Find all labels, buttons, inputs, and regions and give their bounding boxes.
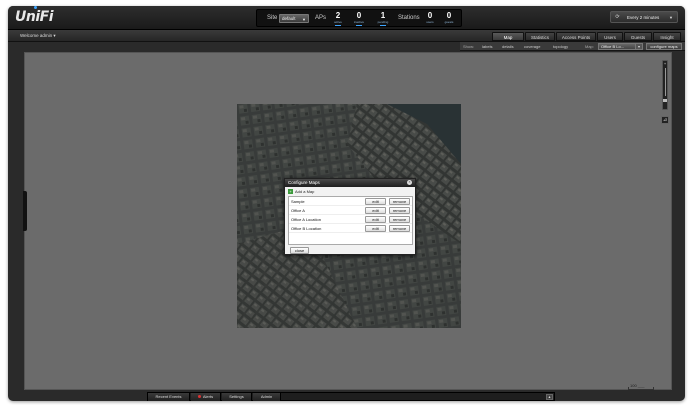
edit-button[interactable]: edit <box>365 198 386 205</box>
remove-button[interactable]: remove <box>389 207 410 214</box>
stat-value: 0 <box>446 11 452 20</box>
chevron-down-icon[interactable]: ▾ <box>635 43 643 50</box>
stat-value: 0 <box>356 11 362 20</box>
add-map-label: Add a Map <box>295 189 315 194</box>
chevron-down-icon: ▼ <box>669 15 673 20</box>
stat-label: inactive <box>353 20 365 24</box>
stat-aps-inactive[interactable]: 0 inactive <box>350 11 368 26</box>
map-select[interactable]: Office B Lo... <box>598 43 636 50</box>
tab-guests[interactable]: Guests <box>624 32 652 41</box>
status-bar: Site default ▼ APs 2 active 0 inactive 1… <box>256 9 462 27</box>
configure-maps-dialog: Configure Maps × + Add a Map Sample edit … <box>284 178 416 255</box>
stat-value: 2 <box>335 11 341 20</box>
tab-users[interactable]: Users <box>597 32 623 41</box>
stat-indicator <box>335 25 341 26</box>
tab-access-points[interactable]: Access Points <box>556 32 596 41</box>
edit-button[interactable]: edit <box>365 207 386 214</box>
plus-icon: + <box>288 189 293 195</box>
tab-admin[interactable]: Admin <box>253 393 281 401</box>
tab-map[interactable]: Map <box>492 32 524 41</box>
map-options-bar: Show: labels details coverage topology M… <box>460 42 685 51</box>
tab-alerts[interactable]: Alerts <box>191 393 221 401</box>
list-item: Sample edit remove <box>289 197 412 206</box>
list-item: Office A Location edit remove <box>289 215 412 224</box>
site-select-value: default <box>282 16 296 21</box>
option-details[interactable]: details <box>502 44 514 49</box>
stat-label: active <box>334 20 342 24</box>
side-panel-handle[interactable] <box>23 191 27 231</box>
edit-button[interactable]: edit <box>365 225 386 232</box>
remove-button[interactable]: remove <box>389 225 410 232</box>
map-list: Sample edit remove Office A edit remove … <box>288 196 413 245</box>
remove-button[interactable]: remove <box>389 198 410 205</box>
map-name: Office B Location <box>291 226 322 231</box>
stat-label: users <box>426 20 434 24</box>
logo-dot-icon <box>34 6 37 9</box>
unifi-logo: UniFi <box>15 9 54 25</box>
tab-settings[interactable]: Settings <box>222 393 252 401</box>
tab-recent-events[interactable]: Recent Events <box>148 393 190 401</box>
close-button[interactable]: close <box>290 247 309 254</box>
welcome-menu[interactable]: Welcome admin ▾ <box>20 33 56 39</box>
stat-label: pending <box>377 20 389 24</box>
map-name: Office A <box>291 208 305 213</box>
zoom-in-icon[interactable]: + <box>663 62 667 66</box>
list-item: Office A edit remove <box>289 206 412 215</box>
bottom-bar: Recent Events Alerts Settings Admin ▲ <box>147 392 555 401</box>
show-label: Show: <box>463 44 475 49</box>
aps-label: APs <box>315 15 327 21</box>
zoom-knob[interactable] <box>663 99 667 102</box>
map-scale-bar <box>628 387 654 390</box>
option-topology[interactable]: topology <box>553 44 568 49</box>
configure-maps-button[interactable]: configure maps <box>646 43 682 50</box>
refresh-icon: ⟳ <box>615 14 620 20</box>
map-label: Map: <box>585 44 594 49</box>
map-name: Sample <box>291 199 305 204</box>
chevron-down-icon: ▼ <box>302 17 306 22</box>
stat-value: 1 <box>380 11 386 20</box>
list-item: Office B Location edit remove <box>289 224 412 233</box>
stat-indicator <box>356 25 362 26</box>
site-select[interactable]: default ▼ <box>279 14 309 23</box>
remove-button[interactable]: remove <box>389 216 410 223</box>
tab-alerts-label: Alerts <box>202 394 214 399</box>
stat-stations-users[interactable]: 0 users <box>421 11 439 24</box>
stat-indicator <box>380 25 386 26</box>
site-label: Site <box>267 15 278 21</box>
chevron-up-icon[interactable]: ▲ <box>546 394 553 400</box>
zoom-slider[interactable]: + <box>662 60 668 110</box>
app-window: UniFi Site default ▼ APs 2 active 0 inac… <box>8 6 685 401</box>
refresh-interval-select[interactable]: ⟳ Every 2 minutes ▼ <box>610 11 678 23</box>
alert-icon <box>197 395 201 399</box>
edit-button[interactable]: edit <box>365 216 386 223</box>
top-bar: UniFi Site default ▼ APs 2 active 0 inac… <box>8 6 685 30</box>
close-icon[interactable]: × <box>407 180 412 185</box>
sub-bar: Welcome admin ▾ Map Statistics Access Po… <box>8 30 685 42</box>
refresh-interval-value: Every 2 minutes <box>627 15 660 20</box>
stat-stations-guests[interactable]: 0 guests <box>440 11 458 24</box>
dialog-title: Configure Maps <box>285 179 415 187</box>
zoom-track <box>664 68 666 96</box>
lock-icon[interactable]: ⊿ <box>661 116 669 124</box>
option-coverage[interactable]: coverage <box>524 44 540 49</box>
tab-insight[interactable]: Insight <box>653 32 681 41</box>
add-map-button[interactable]: + Add a Map <box>288 189 314 195</box>
option-labels[interactable]: labels <box>482 44 492 49</box>
stat-aps-active[interactable]: 2 active <box>329 11 347 26</box>
stat-label: guests <box>444 20 454 24</box>
map-name: Office A Location <box>291 217 321 222</box>
stat-value: 0 <box>427 11 433 20</box>
stations-label: Stations <box>398 15 420 21</box>
stat-aps-pending[interactable]: 1 pending <box>374 11 392 26</box>
tab-statistics[interactable]: Statistics <box>525 32 555 41</box>
